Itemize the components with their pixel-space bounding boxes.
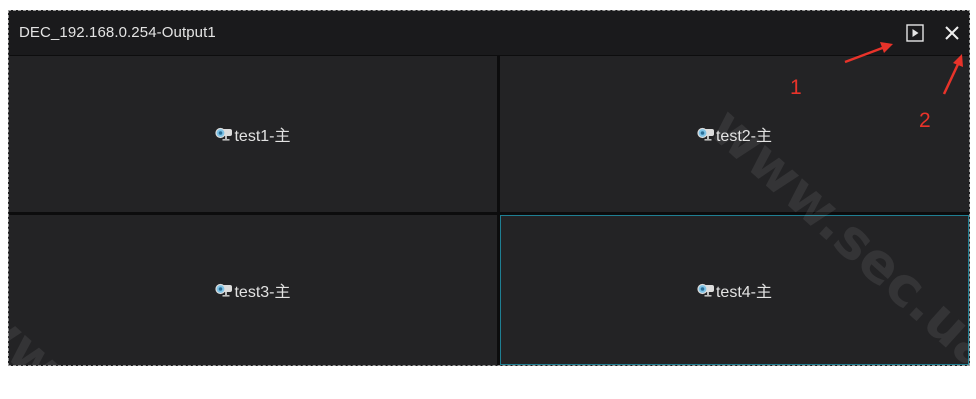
cell-label: test2-主	[697, 122, 772, 146]
close-icon	[945, 26, 959, 40]
camera-icon	[697, 283, 714, 297]
video-cell-3[interactable]: test3-主	[9, 215, 497, 365]
output-window: DEC_192.168.0.254-Output1 test1-主 test2-…	[8, 10, 970, 366]
camera-icon	[697, 127, 714, 141]
window-title: DEC_192.168.0.254-Output1	[19, 24, 216, 41]
play-icon	[906, 24, 924, 42]
cell-name: test4-主	[715, 284, 773, 301]
close-button[interactable]	[941, 22, 963, 44]
camera-icon	[215, 283, 233, 297]
annotation-marker-1: 1	[790, 76, 802, 99]
video-cell-4[interactable]: test4-主	[500, 215, 969, 365]
annotation-marker-2: 2	[919, 109, 931, 132]
cell-label: test4-主	[697, 278, 772, 302]
cell-label: test3-主	[215, 278, 291, 302]
video-cell-2[interactable]: test2-主	[500, 56, 969, 212]
cell-label: test1-主	[215, 122, 291, 146]
video-cell-1[interactable]: test1-主	[9, 56, 497, 212]
title-bar: DEC_192.168.0.254-Output1	[9, 11, 969, 56]
play-button[interactable]	[904, 22, 926, 44]
camera-icon	[215, 127, 233, 141]
cell-name: test1-主	[234, 128, 291, 145]
cell-name: test2-主	[715, 128, 773, 145]
video-grid: test1-主 test2-主 test3-主 test4-主	[9, 56, 969, 365]
cell-name: test3-主	[234, 284, 291, 301]
